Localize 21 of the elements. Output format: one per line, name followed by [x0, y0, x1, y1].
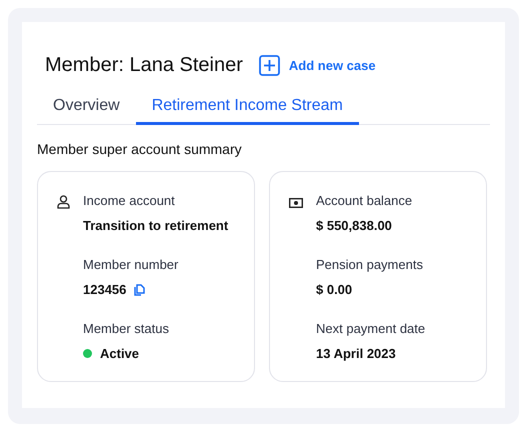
section-heading: Member super account summary [37, 141, 243, 157]
field-label: Account balance [316, 193, 414, 208]
person-icon [57, 195, 70, 209]
field-label: Income account [83, 193, 176, 208]
field-value: Transition to retirement [83, 218, 228, 233]
field-label: Member status [83, 321, 170, 336]
field-label: Member number [83, 257, 180, 272]
field-value: Active [100, 346, 140, 361]
field-value: $ 550,838.00 [316, 218, 393, 233]
plus-icon [258, 55, 280, 76]
member-title: Member: Lana Steiner [45, 54, 243, 77]
field-value: $ 0.00 [316, 282, 354, 297]
copy-icon[interactable] [134, 284, 146, 296]
tab[interactable]: Retirement Income Stream [136, 91, 359, 125]
field-label: Next payment date [316, 321, 426, 336]
field-label: Pension payments [316, 257, 424, 272]
field-value: 123456 [83, 282, 126, 297]
add-case-button[interactable]: Add new case [258, 55, 376, 76]
field-value: 13 April 2023 [316, 346, 397, 361]
tab[interactable]: Overview [37, 91, 136, 125]
banknote-icon [289, 198, 303, 208]
